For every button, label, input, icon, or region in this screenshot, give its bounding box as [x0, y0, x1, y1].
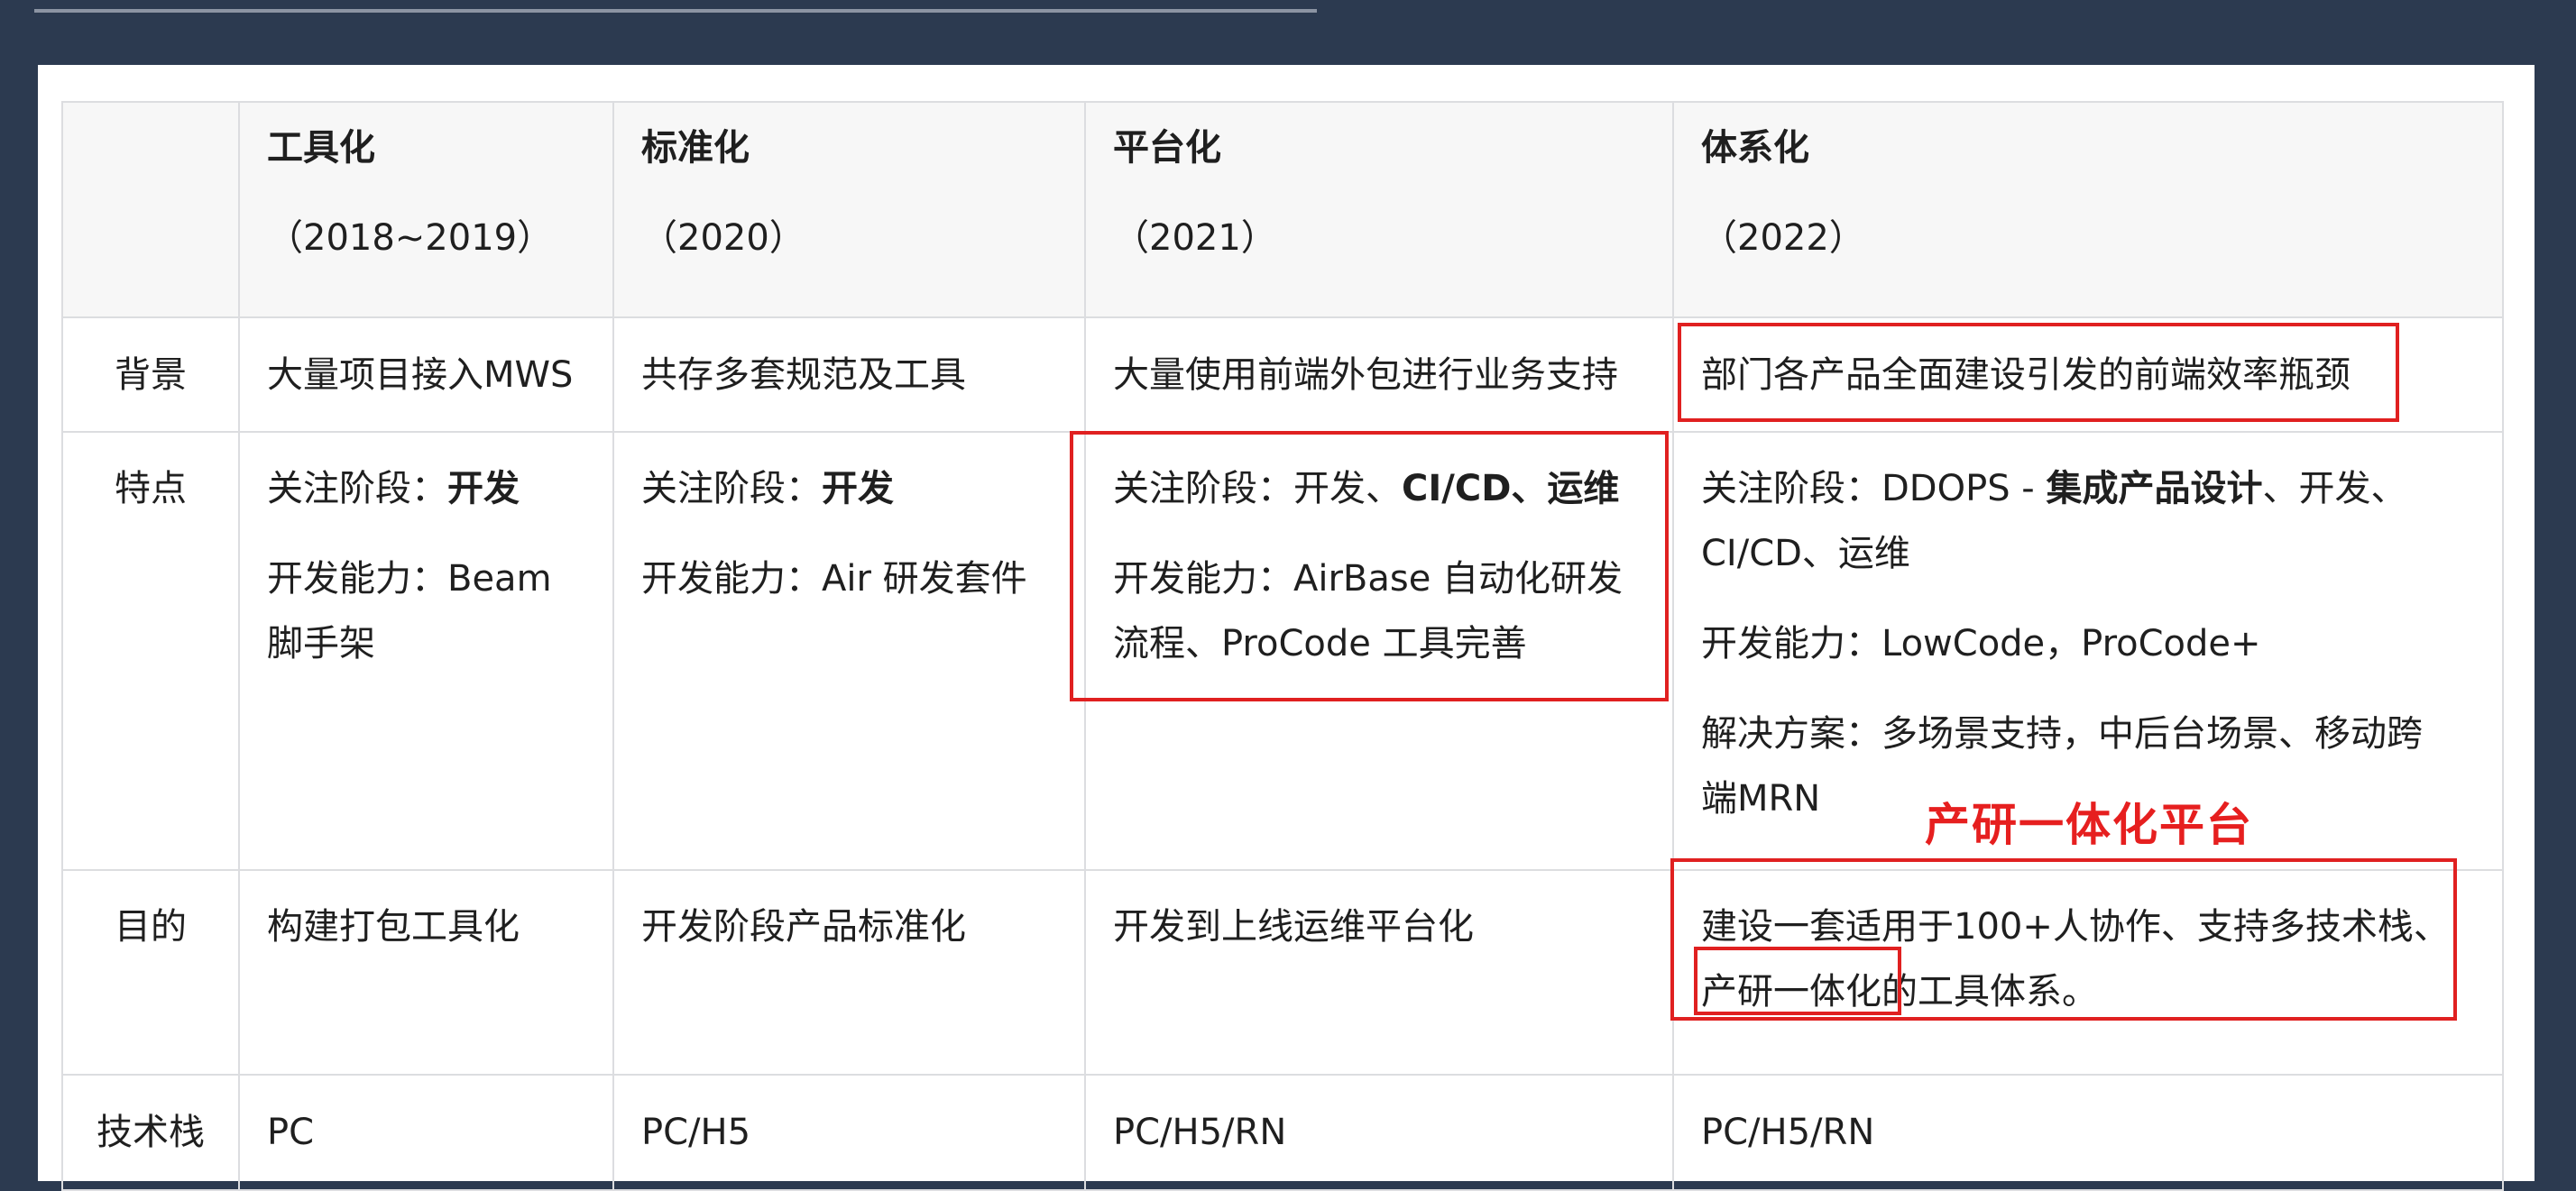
tech-cell: PC/H5/RN — [1084, 1074, 1674, 1191]
row-label-goal: 目的 — [61, 869, 240, 1076]
goal-line: 建设一套适用于100+人协作、支持多技术栈、 — [1701, 906, 2450, 948]
top-divider-line — [34, 9, 1317, 13]
header-stub-cell — [61, 101, 240, 318]
focus-value: 、开发、 — [2262, 468, 2407, 509]
ability-line-2: 流程、ProCode 工具完善 — [1113, 623, 1527, 664]
background-cell: 大量使用前端外包进行业务支持 — [1084, 316, 1674, 433]
features-cell-2: 关注阶段：开发 开发能力：Air 研发套件 — [612, 431, 1086, 871]
evolution-table: 工具化 （2018~2019） 标准化 （2020） 平台化 （2021） 体系… — [61, 101, 2504, 1191]
focus-label: 关注阶段： — [1113, 468, 1293, 509]
ability-line: 开发能力：Beam — [267, 546, 585, 611]
goal-cell: 开发阶段产品标准化 — [612, 869, 1086, 1076]
background-cell: 共存多套规范及工具 — [612, 316, 1086, 433]
background-cell: 大量项目接入MWS — [238, 316, 614, 433]
ability-line: 开发能力：AirBase 自动化研发 — [1113, 558, 1624, 600]
header-stage-1: 工具化 （2018~2019） — [238, 101, 614, 318]
stage-years: （2022） — [1701, 217, 1865, 259]
focus-line: 关注阶段：开发、CI/CD、运维 — [1113, 456, 1645, 521]
focus-line: 关注阶段：DDOPS - 集成产品设计、开发、 — [1701, 456, 2475, 521]
background-cell: 部门各产品全面建设引发的前端效率瓶颈 — [1672, 316, 2504, 433]
focus-value: 开发 — [447, 468, 520, 509]
ability-line: 开发能力：LowCode，ProCode+ — [1701, 623, 2261, 664]
header-stage-4: 体系化 （2022） — [1672, 101, 2504, 318]
focus-value: 开发、 — [1293, 468, 1402, 509]
focus-line: 关注阶段：开发 — [641, 456, 1057, 521]
background-row: 背景 大量项目接入MWS 共存多套规范及工具 大量使用前端外包进行业务支持 部门… — [61, 316, 2504, 433]
focus-label: 关注阶段：DDOPS - — [1701, 468, 2047, 509]
focus-value: 开发 — [822, 468, 894, 509]
focus-label: 关注阶段： — [641, 468, 822, 509]
goal-cell-4: 建设一套适用于100+人协作、支持多技术栈、 产研一体化的工具体系。 — [1672, 869, 2504, 1076]
ability-line: 开发能力：Air 研发套件 — [641, 546, 1057, 611]
features-cell-1: 关注阶段：开发 开发能力：Beam 脚手架 — [238, 431, 614, 871]
solution-line: 解决方案：多场景支持，中后台场景、移动跨 — [1701, 713, 2423, 755]
tech-cell: PC/H5/RN — [1672, 1074, 2504, 1191]
stage-years: （2018~2019） — [267, 217, 554, 259]
stage-years: （2021） — [1113, 217, 1277, 259]
focus-line-2: CI/CD、运维 — [1701, 533, 1910, 574]
header-stage-3: 平台化 （2021） — [1084, 101, 1674, 318]
header-row: 工具化 （2018~2019） 标准化 （2020） 平台化 （2021） 体系… — [61, 101, 2504, 318]
goal-cell: 构建打包工具化 — [238, 869, 614, 1076]
tech-cell: PC — [238, 1074, 614, 1191]
goal-line-2: 产研一体化的工具体系。 — [1701, 959, 2475, 1024]
stage-years: （2020） — [641, 217, 805, 259]
focus-line: 关注阶段：开发 — [267, 456, 585, 521]
row-label-tech: 技术栈 — [61, 1074, 240, 1191]
focus-value-bold: CI/CD、运维 — [1402, 468, 1620, 509]
ability-value: Air 研发套件 — [822, 558, 1027, 600]
focus-value-bold: 集成产品设计 — [2046, 468, 2263, 509]
stage-title: 标准化 — [641, 127, 750, 169]
ability-label: 开发能力： — [641, 558, 822, 600]
stage-title: 工具化 — [267, 127, 375, 169]
goal-cell: 开发到上线运维平台化 — [1084, 869, 1674, 1076]
ability-value: Beam — [447, 558, 552, 600]
features-cell-3: 关注阶段：开发、CI/CD、运维 开发能力：AirBase 自动化研发 流程、P… — [1084, 431, 1674, 871]
row-label-background: 背景 — [61, 316, 240, 433]
ability-label: 开发能力： — [267, 558, 447, 600]
focus-label: 关注阶段： — [267, 468, 447, 509]
goal-row: 目的 构建打包工具化 开发阶段产品标准化 开发到上线运维平台化 建设一套适用于1… — [61, 869, 2504, 1076]
header-stage-2: 标准化 （2020） — [612, 101, 1086, 318]
content-card: 工具化 （2018~2019） 标准化 （2020） 平台化 （2021） 体系… — [38, 65, 2535, 1191]
ability-line-2: 脚手架 — [267, 623, 375, 664]
stage-title: 体系化 — [1701, 127, 1809, 169]
callout-label: 产研一体化平台 — [1925, 799, 2253, 851]
row-label-features: 特点 — [61, 431, 240, 871]
tech-row: 技术栈 PC PC/H5 PC/H5/RN PC/H5/RN — [61, 1074, 2504, 1191]
tech-cell: PC/H5 — [612, 1074, 1086, 1191]
stage-title: 平台化 — [1113, 127, 1221, 169]
goal-highlight: 产研一体化 — [1701, 971, 1881, 1012]
goal-rest: 的工具体系。 — [1881, 971, 2098, 1012]
